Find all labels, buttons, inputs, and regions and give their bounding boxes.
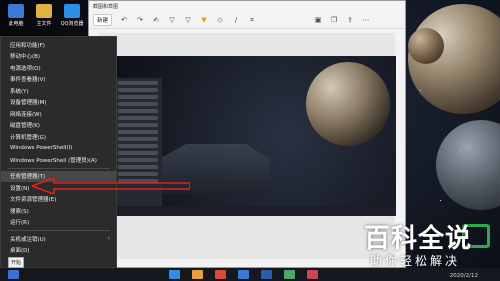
ballpoint-pen-icon[interactable]: ▽ [168,16,176,24]
taskbar-app-icon[interactable] [169,270,180,279]
menu-item-label: 关机或注销(U) [10,236,46,243]
desktop-icon-label: 主文件 [36,21,52,27]
watermark-logo: 百科全说 助你轻松解决 [364,218,494,276]
pencil-icon[interactable]: ▽ [184,16,192,24]
save-icon[interactable]: ▣ [314,16,322,24]
menu-item-computer-management[interactable]: 计算机管理(G) [1,131,116,143]
menu-item-device-manager[interactable]: 设备管理器(M) [1,97,116,109]
planet-image [408,28,444,64]
desktop-icon-label: QQ浏览器 [60,21,84,27]
star [440,200,441,201]
menu-item-powershell-admin[interactable]: Windows PowerShell (管理员)(A) [1,154,116,166]
touch-write-icon[interactable]: ✍ [152,16,160,24]
taskbar-app-icon[interactable] [307,270,318,279]
new-button[interactable]: 新建 [93,14,113,26]
menu-item-mobility-center[interactable]: 移动中心(B) [1,51,116,63]
menu-item-powershell[interactable]: Windows PowerShell(I) [1,143,116,155]
menu-item-desktop[interactable]: 桌面(D) [1,245,116,257]
menu-item-system[interactable]: 系统(Y) [1,85,116,97]
star [420,90,421,91]
folder-icon [36,4,52,18]
start-button[interactable] [8,270,19,279]
menu-separator [7,167,110,169]
start-tooltip: 开始 [8,257,25,268]
chevron-right-icon: › [107,235,110,243]
window-title: 截图和草图 [93,4,119,10]
browser-icon [64,4,80,18]
taskbar-app-icon[interactable] [215,270,226,279]
menu-item-power-options[interactable]: 电源选项(O) [1,62,116,74]
editor-toolbar: 新建 ↶ ↷ ✍ ▽ ▽ ▼ ◇ ∕ ⌗ ▣ ❐ ⇪ ⋯ [89,12,405,29]
menu-item-disk-management[interactable]: 磁盘管理(K) [1,120,116,132]
desktop-icon-qq-browser[interactable]: QQ浏览器 [60,4,84,27]
taskbar-app-icon[interactable] [192,270,203,279]
star [460,150,461,151]
menu-item-search[interactable]: 搜索(S) [1,205,116,217]
redo-icon[interactable]: ↷ [136,16,144,24]
captured-menu-image [114,78,162,216]
taskbar-app-icon[interactable] [238,270,249,279]
taskbar-app-icon[interactable] [284,270,295,279]
red-arrow-annotation [32,178,190,194]
ruler-icon[interactable]: ∕ [232,16,240,24]
undo-icon[interactable]: ↶ [120,16,128,24]
menu-item-event-viewer[interactable]: 事件查看器(V) [1,74,116,86]
winx-context-menu: 应用和功能(F) 移动中心(B) 电源选项(O) 事件查看器(V) 系统(Y) … [0,36,117,268]
desktop-icon-this-pc[interactable]: 此电脑 [4,4,28,27]
eraser-icon[interactable]: ◇ [216,16,224,24]
computer-icon [8,4,24,18]
menu-item-shutdown-signout[interactable]: 关机或注销(U) › [1,233,116,245]
menu-item-file-explorer[interactable]: 文件资源管理器(E) [1,194,116,206]
menu-item-apps-features[interactable]: 应用和功能(F) [1,39,116,51]
more-icon[interactable]: ⋯ [362,16,370,24]
crop-icon[interactable]: ⌗ [248,16,256,24]
highlighter-icon[interactable]: ▼ [200,16,208,24]
copy-icon[interactable]: ❐ [330,16,338,24]
watermark-title: 百科全说 [364,224,473,254]
menu-item-network-connections[interactable]: 网络连接(W) [1,108,116,120]
desktop-icon-label: 此电脑 [8,21,24,27]
taskbar-app-icon[interactable] [261,270,272,279]
watermark-subtitle: 助你轻松解决 [370,254,461,268]
menu-item-run[interactable]: 运行(R) [1,217,116,229]
arrow-shape [32,178,190,194]
desktop-icon-home[interactable]: 主文件 [32,4,56,27]
share-icon[interactable]: ⇪ [346,16,354,24]
planet-image [306,62,390,146]
menu-separator [7,230,110,231]
planet-image [436,120,500,210]
